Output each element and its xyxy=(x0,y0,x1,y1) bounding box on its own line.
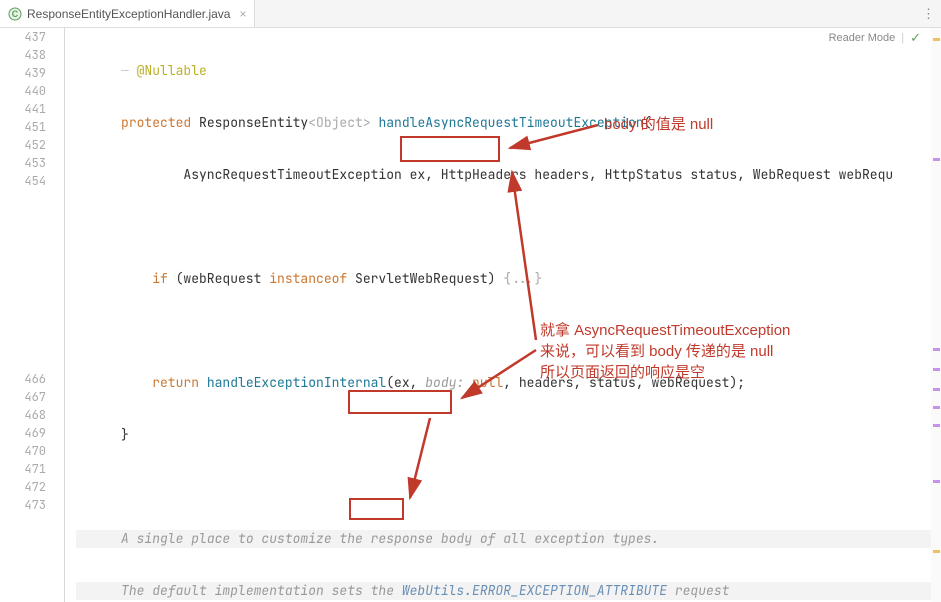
java-class-icon: C xyxy=(8,7,22,21)
svg-text:C: C xyxy=(12,9,19,19)
tab-more-icon[interactable]: ⋮ xyxy=(922,0,935,27)
tab-bar: C ResponseEntityExceptionHandler.java × … xyxy=(0,0,941,28)
close-tab-icon[interactable]: × xyxy=(239,7,246,21)
reader-mode-indicator[interactable]: Reader Mode | ✓ xyxy=(829,30,921,46)
error-stripe[interactable] xyxy=(931,28,941,602)
divider: | xyxy=(901,32,904,44)
tab-filename: ResponseEntityExceptionHandler.java xyxy=(27,7,230,21)
fold-column xyxy=(54,28,76,602)
code-content[interactable]: — @Nullable protected ResponseEntity<Obj… xyxy=(76,28,941,602)
editor-area: Reader Mode | ✓ 437438439440441451452453… xyxy=(0,28,941,602)
editor-tab[interactable]: C ResponseEntityExceptionHandler.java × xyxy=(0,0,255,27)
line-number-gutter: 4374384394404414514524534544664674684694… xyxy=(0,28,54,602)
check-icon: ✓ xyxy=(910,30,921,46)
